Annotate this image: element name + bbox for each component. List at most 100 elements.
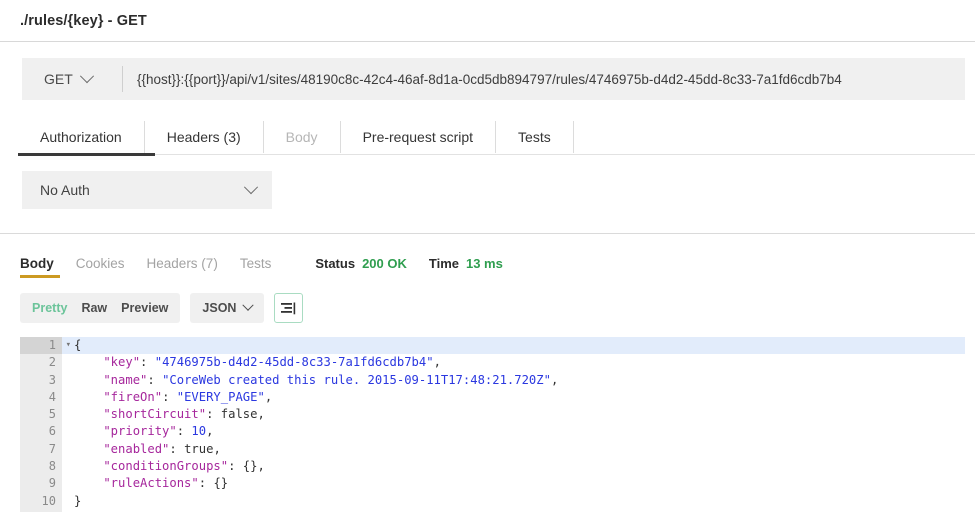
response-section-divider	[0, 233, 975, 234]
code-token-punct: ,	[206, 424, 213, 438]
code-line: 1▾ {	[20, 337, 965, 354]
view-mode-pretty[interactable]: Pretty	[32, 301, 67, 315]
http-method-label: GET	[44, 71, 73, 87]
line-number: 10	[20, 493, 62, 510]
response-tab-headers[interactable]: Headers (7)	[147, 256, 218, 271]
response-format-toolbar: Pretty Raw Preview JSON	[20, 293, 975, 323]
tab-headers-label: Headers (3)	[167, 129, 241, 145]
code-token-bool: true	[184, 442, 213, 456]
code-token-punct: ,	[265, 390, 272, 404]
code-token-punct: {}	[243, 459, 258, 473]
code-token-punct: :	[228, 459, 243, 473]
code-line: 5 "shortCircuit": false,	[20, 406, 965, 423]
code-token-key: "shortCircuit"	[74, 407, 206, 421]
line-number: 9	[20, 475, 62, 492]
line-number: 4	[20, 389, 62, 406]
code-token-punct: :	[206, 407, 221, 421]
line-number: 5	[20, 406, 62, 423]
request-tabs-underline	[18, 153, 975, 156]
code-token-key: "conditionGroups"	[74, 459, 228, 473]
code-line: 3 "name": "CoreWeb created this rule. 20…	[20, 372, 965, 389]
fold-arrow-icon[interactable]: ▾	[66, 337, 71, 354]
code-line-text: "fireOn": "EVERY_PAGE",	[62, 389, 272, 406]
view-mode-raw[interactable]: Raw	[81, 301, 107, 315]
chevron-down-icon	[244, 180, 258, 194]
code-line-text: "enabled": true,	[62, 441, 221, 458]
response-body-viewer[interactable]: 1▾ {2 "key": "4746975b-d4d2-45dd-8c33-7a1…	[0, 337, 975, 512]
request-url-input[interactable]: {{host}}:{{port}}/api/v1/sites/48190c8c-…	[123, 58, 965, 100]
auth-type-select[interactable]: No Auth	[22, 171, 272, 209]
page-title: ./rules/{key} - GET	[20, 13, 147, 29]
code-token-key: "enabled"	[74, 442, 169, 456]
code-token-key: "key"	[74, 355, 140, 369]
code-token-key: "ruleActions"	[74, 476, 199, 490]
code-line: 6 "priority": 10,	[20, 423, 965, 440]
code-token-punct: :	[169, 442, 184, 456]
code-token-punct: {	[74, 338, 81, 352]
tab-body-label: Body	[286, 129, 318, 145]
code-line-text: "shortCircuit": false,	[62, 406, 265, 423]
code-token-punct: ,	[434, 355, 441, 369]
wrap-lines-button[interactable]	[274, 293, 303, 323]
response-tab-cookies[interactable]: Cookies	[76, 256, 125, 271]
tab-pre-request-script-label: Pre-request script	[363, 129, 473, 145]
language-select-value: JSON	[202, 301, 236, 315]
text-wrap-icon	[281, 302, 296, 315]
view-mode-preview[interactable]: Preview	[121, 301, 168, 315]
response-tab-body[interactable]: Body	[20, 256, 54, 271]
code-line: 4 "fireOn": "EVERY_PAGE",	[20, 389, 965, 406]
tab-tests-label: Tests	[518, 129, 551, 145]
code-token-punct: :	[147, 373, 162, 387]
line-number: 7	[20, 441, 62, 458]
code-line-text: "key": "4746975b-d4d2-45dd-8c33-7a1fd6cd…	[62, 354, 441, 371]
code-token-str: "EVERY_PAGE"	[177, 390, 265, 404]
tab-tests[interactable]: Tests	[496, 121, 574, 153]
tab-body[interactable]: Body	[264, 121, 341, 153]
code-token-punct: :	[177, 424, 192, 438]
code-token-punct: ,	[257, 459, 264, 473]
response-tabs: Body Cookies Headers (7) Tests Status 20…	[20, 252, 975, 274]
code-line-text: "name": "CoreWeb created this rule. 2015…	[62, 372, 558, 389]
tab-authorization-label: Authorization	[40, 129, 122, 145]
line-number: 2	[20, 354, 62, 371]
code-line-text: }	[62, 493, 81, 510]
code-token-punct: {}	[213, 476, 228, 490]
status-label: Status	[315, 256, 355, 271]
request-url-bar: GET {{host}}:{{port}}/api/v1/sites/48190…	[22, 58, 965, 100]
request-active-tab-indicator	[18, 153, 155, 156]
code-token-punct: }	[74, 494, 81, 508]
time-label: Time	[429, 256, 459, 271]
request-tabs: Authorization Headers (3) Body Pre-reque…	[18, 121, 975, 153]
http-method-select[interactable]: GET	[22, 58, 122, 100]
code-token-str: "CoreWeb created this rule. 2015-09-11T1…	[162, 373, 551, 387]
code-token-key: "fireOn"	[74, 390, 162, 404]
code-line: 9 "ruleActions": {}	[20, 475, 965, 492]
tab-pre-request-script[interactable]: Pre-request script	[341, 121, 496, 153]
code-line: 2 "key": "4746975b-d4d2-45dd-8c33-7a1fd6…	[20, 354, 965, 371]
chevron-down-icon	[243, 300, 254, 311]
code-token-punct: :	[199, 476, 214, 490]
page-title-bar: ./rules/{key} - GET	[0, 0, 975, 42]
tab-authorization[interactable]: Authorization	[18, 121, 145, 153]
code-token-punct: :	[140, 355, 155, 369]
authorization-panel: No Auth	[22, 171, 975, 209]
language-select[interactable]: JSON	[190, 293, 264, 323]
code-line-text: "priority": 10,	[62, 423, 213, 440]
line-number: 6	[20, 423, 62, 440]
code-token-punct: ,	[213, 442, 220, 456]
chevron-down-icon	[80, 69, 94, 83]
code-line: 7 "enabled": true,	[20, 441, 965, 458]
code-token-key: "priority"	[74, 424, 177, 438]
response-meta: Status 200 OK Time 13 ms	[315, 256, 503, 271]
tab-headers[interactable]: Headers (3)	[145, 121, 264, 153]
response-tab-tests[interactable]: Tests	[240, 256, 272, 271]
request-tabs-baseline	[18, 154, 975, 155]
code-token-key: "name"	[74, 373, 147, 387]
line-number: 1▾	[20, 337, 62, 354]
view-mode-group: Pretty Raw Preview	[20, 293, 180, 323]
code-token-num: 10	[191, 424, 206, 438]
code-line-text: "ruleActions": {}	[62, 475, 228, 492]
auth-type-value: No Auth	[40, 182, 90, 198]
code-line-text: "conditionGroups": {},	[62, 458, 265, 475]
line-number: 3	[20, 372, 62, 389]
